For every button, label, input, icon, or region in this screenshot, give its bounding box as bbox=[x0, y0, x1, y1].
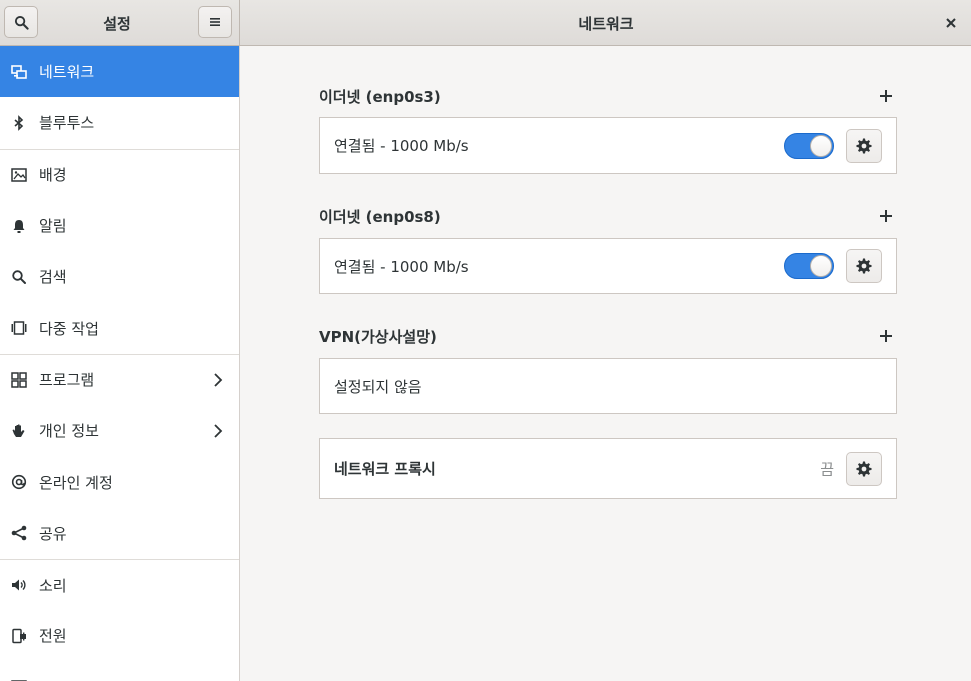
header-bar: 설정 네트워크 bbox=[0, 0, 971, 46]
sidebar-item-search[interactable]: 검색 bbox=[0, 251, 239, 302]
background-icon bbox=[11, 167, 27, 183]
sidebar-item-multitasking[interactable]: 다중 작업 bbox=[0, 302, 239, 353]
vpn-header: VPN(가상사설망) bbox=[319, 324, 897, 348]
sidebar-item-label: 온라인 계정 bbox=[39, 473, 113, 492]
apps-grid-icon bbox=[11, 372, 27, 388]
plus-icon bbox=[880, 90, 892, 102]
connection-status: 연결됨 - 1000 Mb/s bbox=[334, 137, 469, 155]
ethernet1-toggle[interactable] bbox=[784, 132, 834, 159]
add-connection-button[interactable] bbox=[875, 205, 897, 227]
ethernet2-settings-button[interactable] bbox=[846, 249, 882, 283]
hamburger-icon bbox=[210, 18, 220, 26]
ethernet2-header: 이더넷 (enp0s8) bbox=[319, 204, 897, 228]
sidebar-item-label: 검색 bbox=[39, 268, 67, 287]
sidebar-header: 설정 bbox=[0, 0, 240, 46]
sidebar-item-label: 블루투스 bbox=[39, 114, 95, 133]
vpn-status: 설정되지 않음 bbox=[334, 377, 422, 396]
section-title: VPN(가상사설망) bbox=[319, 327, 437, 346]
sidebar-item-label: 네트워크 bbox=[39, 63, 95, 82]
proxy-label: 네트워크 프록시 bbox=[334, 460, 436, 478]
network-icon bbox=[11, 64, 27, 80]
sidebar: 네트워크 블루투스 배경 알림 검색 다중 작업 프로그램 개인 정보 온라인 … bbox=[0, 46, 240, 681]
add-vpn-button[interactable] bbox=[875, 325, 897, 347]
search-button[interactable] bbox=[4, 6, 38, 38]
plus-icon bbox=[880, 330, 892, 342]
sidebar-item-sound[interactable]: 소리 bbox=[0, 558, 239, 610]
connection-status: 연결됨 - 1000 Mb/s bbox=[334, 257, 469, 276]
ethernet1-row: 연결됨 - 1000 Mb/s bbox=[319, 117, 897, 174]
sidebar-item-label: 프로그램 bbox=[39, 371, 95, 390]
page-title: 네트워크 bbox=[578, 14, 634, 33]
sidebar-item-apps[interactable]: 프로그램 bbox=[0, 353, 239, 405]
sidebar-item-label: 전원 bbox=[39, 627, 67, 646]
sidebar-item-online-accounts[interactable]: 온라인 계정 bbox=[0, 456, 239, 507]
bluetooth-icon bbox=[11, 115, 27, 131]
sidebar-item-background[interactable]: 배경 bbox=[0, 148, 239, 200]
sidebar-item-network[interactable]: 네트워크 bbox=[0, 46, 239, 98]
sidebar-item-label: 소리 bbox=[39, 576, 67, 595]
sidebar-item-label: 알림 bbox=[39, 217, 67, 236]
toggle-knob bbox=[810, 255, 832, 277]
search-icon bbox=[14, 15, 29, 30]
network-panel: 이더넷 (enp0s3) 연결됨 - 1000 Mb/s 이더넷 (enp0s8… bbox=[241, 46, 971, 681]
section-title: 이더넷 (enp0s8) bbox=[319, 207, 441, 226]
search-icon bbox=[11, 269, 27, 285]
power-plug-icon bbox=[11, 628, 27, 644]
sidebar-item-label: 다중 작업 bbox=[39, 319, 99, 338]
gear-icon bbox=[856, 138, 872, 153]
sidebar-item-label: 공유 bbox=[39, 524, 67, 543]
ethernet2-row: 연결됨 - 1000 Mb/s bbox=[319, 238, 897, 294]
sidebar-item-sharing[interactable]: 공유 bbox=[0, 508, 239, 559]
close-button[interactable] bbox=[939, 11, 963, 35]
proxy-settings-button[interactable] bbox=[846, 451, 882, 486]
sidebar-item-notifications[interactable]: 알림 bbox=[0, 200, 239, 251]
menu-button[interactable] bbox=[198, 6, 232, 38]
sidebar-item-label: 배경 bbox=[39, 166, 67, 185]
sidebar-title: 설정 bbox=[103, 14, 131, 33]
ethernet1-header: 이더넷 (enp0s3) bbox=[319, 84, 897, 108]
multitasking-icon bbox=[11, 320, 27, 336]
sidebar-item-label: 개인 정보 bbox=[39, 422, 99, 441]
hand-icon bbox=[11, 423, 27, 439]
add-connection-button[interactable] bbox=[875, 85, 897, 107]
proxy-row[interactable]: 네트워크 프록시 끔 bbox=[319, 438, 897, 499]
gear-icon bbox=[856, 258, 872, 274]
sidebar-item-power[interactable]: 전원 bbox=[0, 610, 239, 661]
close-icon bbox=[946, 18, 956, 28]
proxy-status: 끔 bbox=[820, 460, 834, 478]
ethernet1-settings-button[interactable] bbox=[846, 128, 882, 163]
vpn-row: 설정되지 않음 bbox=[319, 358, 897, 414]
sidebar-item-partial[interactable] bbox=[0, 662, 239, 681]
chevron-right-icon bbox=[214, 424, 223, 438]
toggle-knob bbox=[810, 134, 832, 157]
plus-icon bbox=[880, 210, 892, 222]
sidebar-item-privacy[interactable]: 개인 정보 bbox=[0, 405, 239, 456]
speaker-icon bbox=[11, 577, 27, 593]
at-icon bbox=[11, 474, 27, 490]
share-icon bbox=[11, 525, 27, 541]
chevron-right-icon bbox=[214, 373, 223, 387]
gear-icon bbox=[856, 461, 872, 476]
section-title: 이더넷 (enp0s3) bbox=[319, 87, 441, 106]
bell-icon bbox=[11, 218, 27, 234]
sidebar-item-bluetooth[interactable]: 블루투스 bbox=[0, 97, 239, 148]
ethernet2-toggle[interactable] bbox=[784, 253, 834, 279]
